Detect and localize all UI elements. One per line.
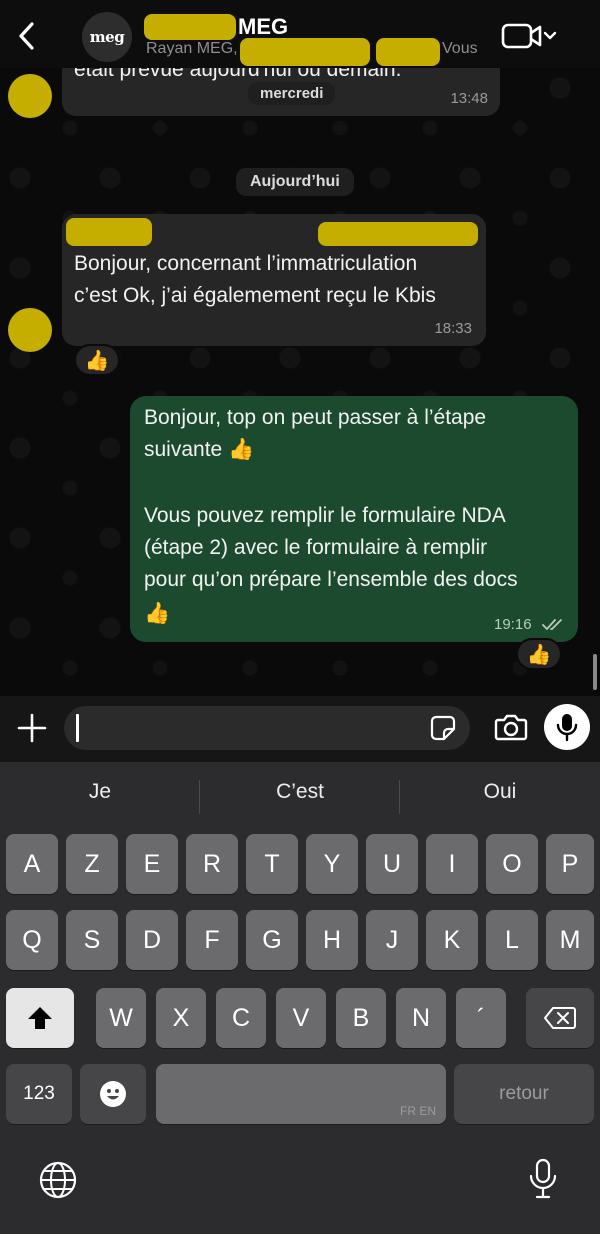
key[interactable]: R [186, 834, 238, 894]
message-text: était prévue aujourd'hui ou demain. [74, 68, 402, 81]
voice-note-button[interactable] [544, 704, 590, 750]
key[interactable]: Z [66, 834, 118, 894]
key[interactable]: H [306, 910, 358, 970]
message-list[interactable]: était prévue aujourd'hui ou demain. merc… [0, 68, 600, 696]
chat-title[interactable]: MEG [238, 14, 288, 40]
key[interactable]: V [276, 988, 326, 1048]
message-line: (étape 2) avec le formulaire à remplir [144, 536, 488, 559]
camera-icon [494, 714, 528, 741]
double-check-icon [542, 619, 562, 631]
key[interactable]: G [246, 910, 298, 970]
key[interactable]: Y [306, 834, 358, 894]
message-time: 18:33 [434, 320, 472, 337]
reaction-badge[interactable]: 👍 [74, 344, 120, 376]
scroll-indicator[interactable] [593, 654, 597, 690]
message-input[interactable] [64, 706, 470, 750]
attach-button[interactable] [14, 710, 50, 746]
key[interactable]: Q [6, 910, 58, 970]
microphone-icon [556, 714, 578, 742]
message-time: 19:16 [494, 616, 532, 633]
day-label: mercredi [248, 82, 336, 105]
key[interactable]: S [66, 910, 118, 970]
return-key[interactable]: retour [454, 1064, 594, 1124]
key[interactable]: J [366, 910, 418, 970]
suggestion-3[interactable]: Oui [400, 780, 600, 804]
keyboard-switch-button[interactable] [38, 1160, 78, 1200]
message-bubble-incoming[interactable]: Bonjour, concernant l’immatriculation c’… [62, 214, 486, 346]
thumbs-up-emoji: 👍 [526, 643, 552, 666]
message-bubble-incoming-previous[interactable]: était prévue aujourd'hui ou demain. merc… [62, 68, 500, 116]
chat-header: meg MEG Rayan MEG, Vous [0, 0, 600, 68]
emoji-smiley-icon [100, 1081, 126, 1107]
message-time: 13:48 [450, 90, 488, 107]
microphone-icon [529, 1158, 557, 1199]
suggestion-1[interactable]: Je [0, 780, 200, 804]
back-button[interactable] [12, 18, 44, 54]
key[interactable]: O [486, 834, 538, 894]
reaction-badge[interactable]: 👍 [516, 638, 562, 670]
key[interactable]: B [336, 988, 386, 1048]
key[interactable]: N [396, 988, 446, 1048]
redacted-sender-phone [318, 222, 478, 246]
composer-bar [0, 696, 600, 762]
key[interactable]: L [486, 910, 538, 970]
key[interactable]: M [546, 910, 594, 970]
group-avatar[interactable]: meg [82, 12, 132, 62]
dictation-button[interactable] [526, 1158, 560, 1200]
message-line: suivante 👍 [144, 438, 255, 461]
key[interactable]: T [246, 834, 298, 894]
key[interactable]: I [426, 834, 478, 894]
key[interactable]: A [6, 834, 58, 894]
suggestion-bar: Je C’est Oui [0, 762, 600, 832]
space-bar[interactable]: FR EN [156, 1064, 446, 1124]
plus-icon [17, 713, 47, 743]
message-line: Vous pouvez remplir le formulaire NDA [144, 504, 506, 527]
suggestion-2[interactable]: C’est [200, 780, 400, 804]
message-line: Bonjour, concernant l’immatriculation [74, 252, 418, 275]
message-line: c’est Ok, j’ai égalemement reçu le Kbis [74, 284, 436, 307]
key[interactable]: W [96, 988, 146, 1048]
key[interactable]: U [366, 834, 418, 894]
space-language-label: FR EN [400, 1104, 436, 1118]
members-list[interactable]: Rayan MEG, [146, 40, 238, 58]
message-line: 👍 [144, 602, 171, 625]
sender-avatar[interactable] [8, 74, 52, 118]
sender-avatar[interactable] [8, 308, 52, 352]
shift-arrow-icon [28, 1007, 52, 1029]
key[interactable]: P [546, 834, 594, 894]
globe-icon [39, 1161, 77, 1199]
camera-button[interactable] [494, 712, 528, 742]
emoji-key[interactable] [80, 1064, 146, 1124]
key[interactable]: X [156, 988, 206, 1048]
video-call-button[interactable] [500, 22, 560, 50]
backspace-key[interactable] [526, 988, 594, 1048]
message-bubble-outgoing[interactable]: Bonjour, top on peut passer à l’étape su… [130, 396, 578, 642]
sticker-icon [430, 715, 456, 741]
backspace-icon [544, 1007, 576, 1029]
thumbs-up-emoji: 👍 [84, 349, 110, 372]
redacted-sender-name [66, 218, 152, 246]
group-avatar-logo: meg [89, 28, 125, 46]
video-camera-icon [501, 23, 557, 49]
sticker-button[interactable] [430, 715, 456, 741]
key[interactable]: E [126, 834, 178, 894]
message-line: Bonjour, top on peut passer à l’étape [144, 406, 487, 429]
key[interactable]: D [126, 910, 178, 970]
redacted-title-prefix [144, 14, 236, 40]
key[interactable]: ´ [456, 988, 506, 1048]
text-caret [76, 714, 79, 742]
shift-key[interactable] [6, 988, 74, 1048]
date-divider: Aujourd’hui [236, 168, 354, 196]
numbers-key[interactable]: 123 [6, 1064, 72, 1124]
chevron-left-icon [19, 22, 34, 50]
key[interactable]: K [426, 910, 478, 970]
key[interactable]: F [186, 910, 238, 970]
key[interactable]: C [216, 988, 266, 1048]
message-line: pour qu’on prépare l’ensemble des docs [144, 568, 518, 591]
onscreen-keyboard: Je C’est Oui A Z E R T Y U I O P Q S D F… [0, 762, 600, 1234]
members-you: Vous [442, 40, 478, 57]
redacted-member-1 [240, 38, 370, 66]
redacted-member-2 [376, 38, 440, 66]
